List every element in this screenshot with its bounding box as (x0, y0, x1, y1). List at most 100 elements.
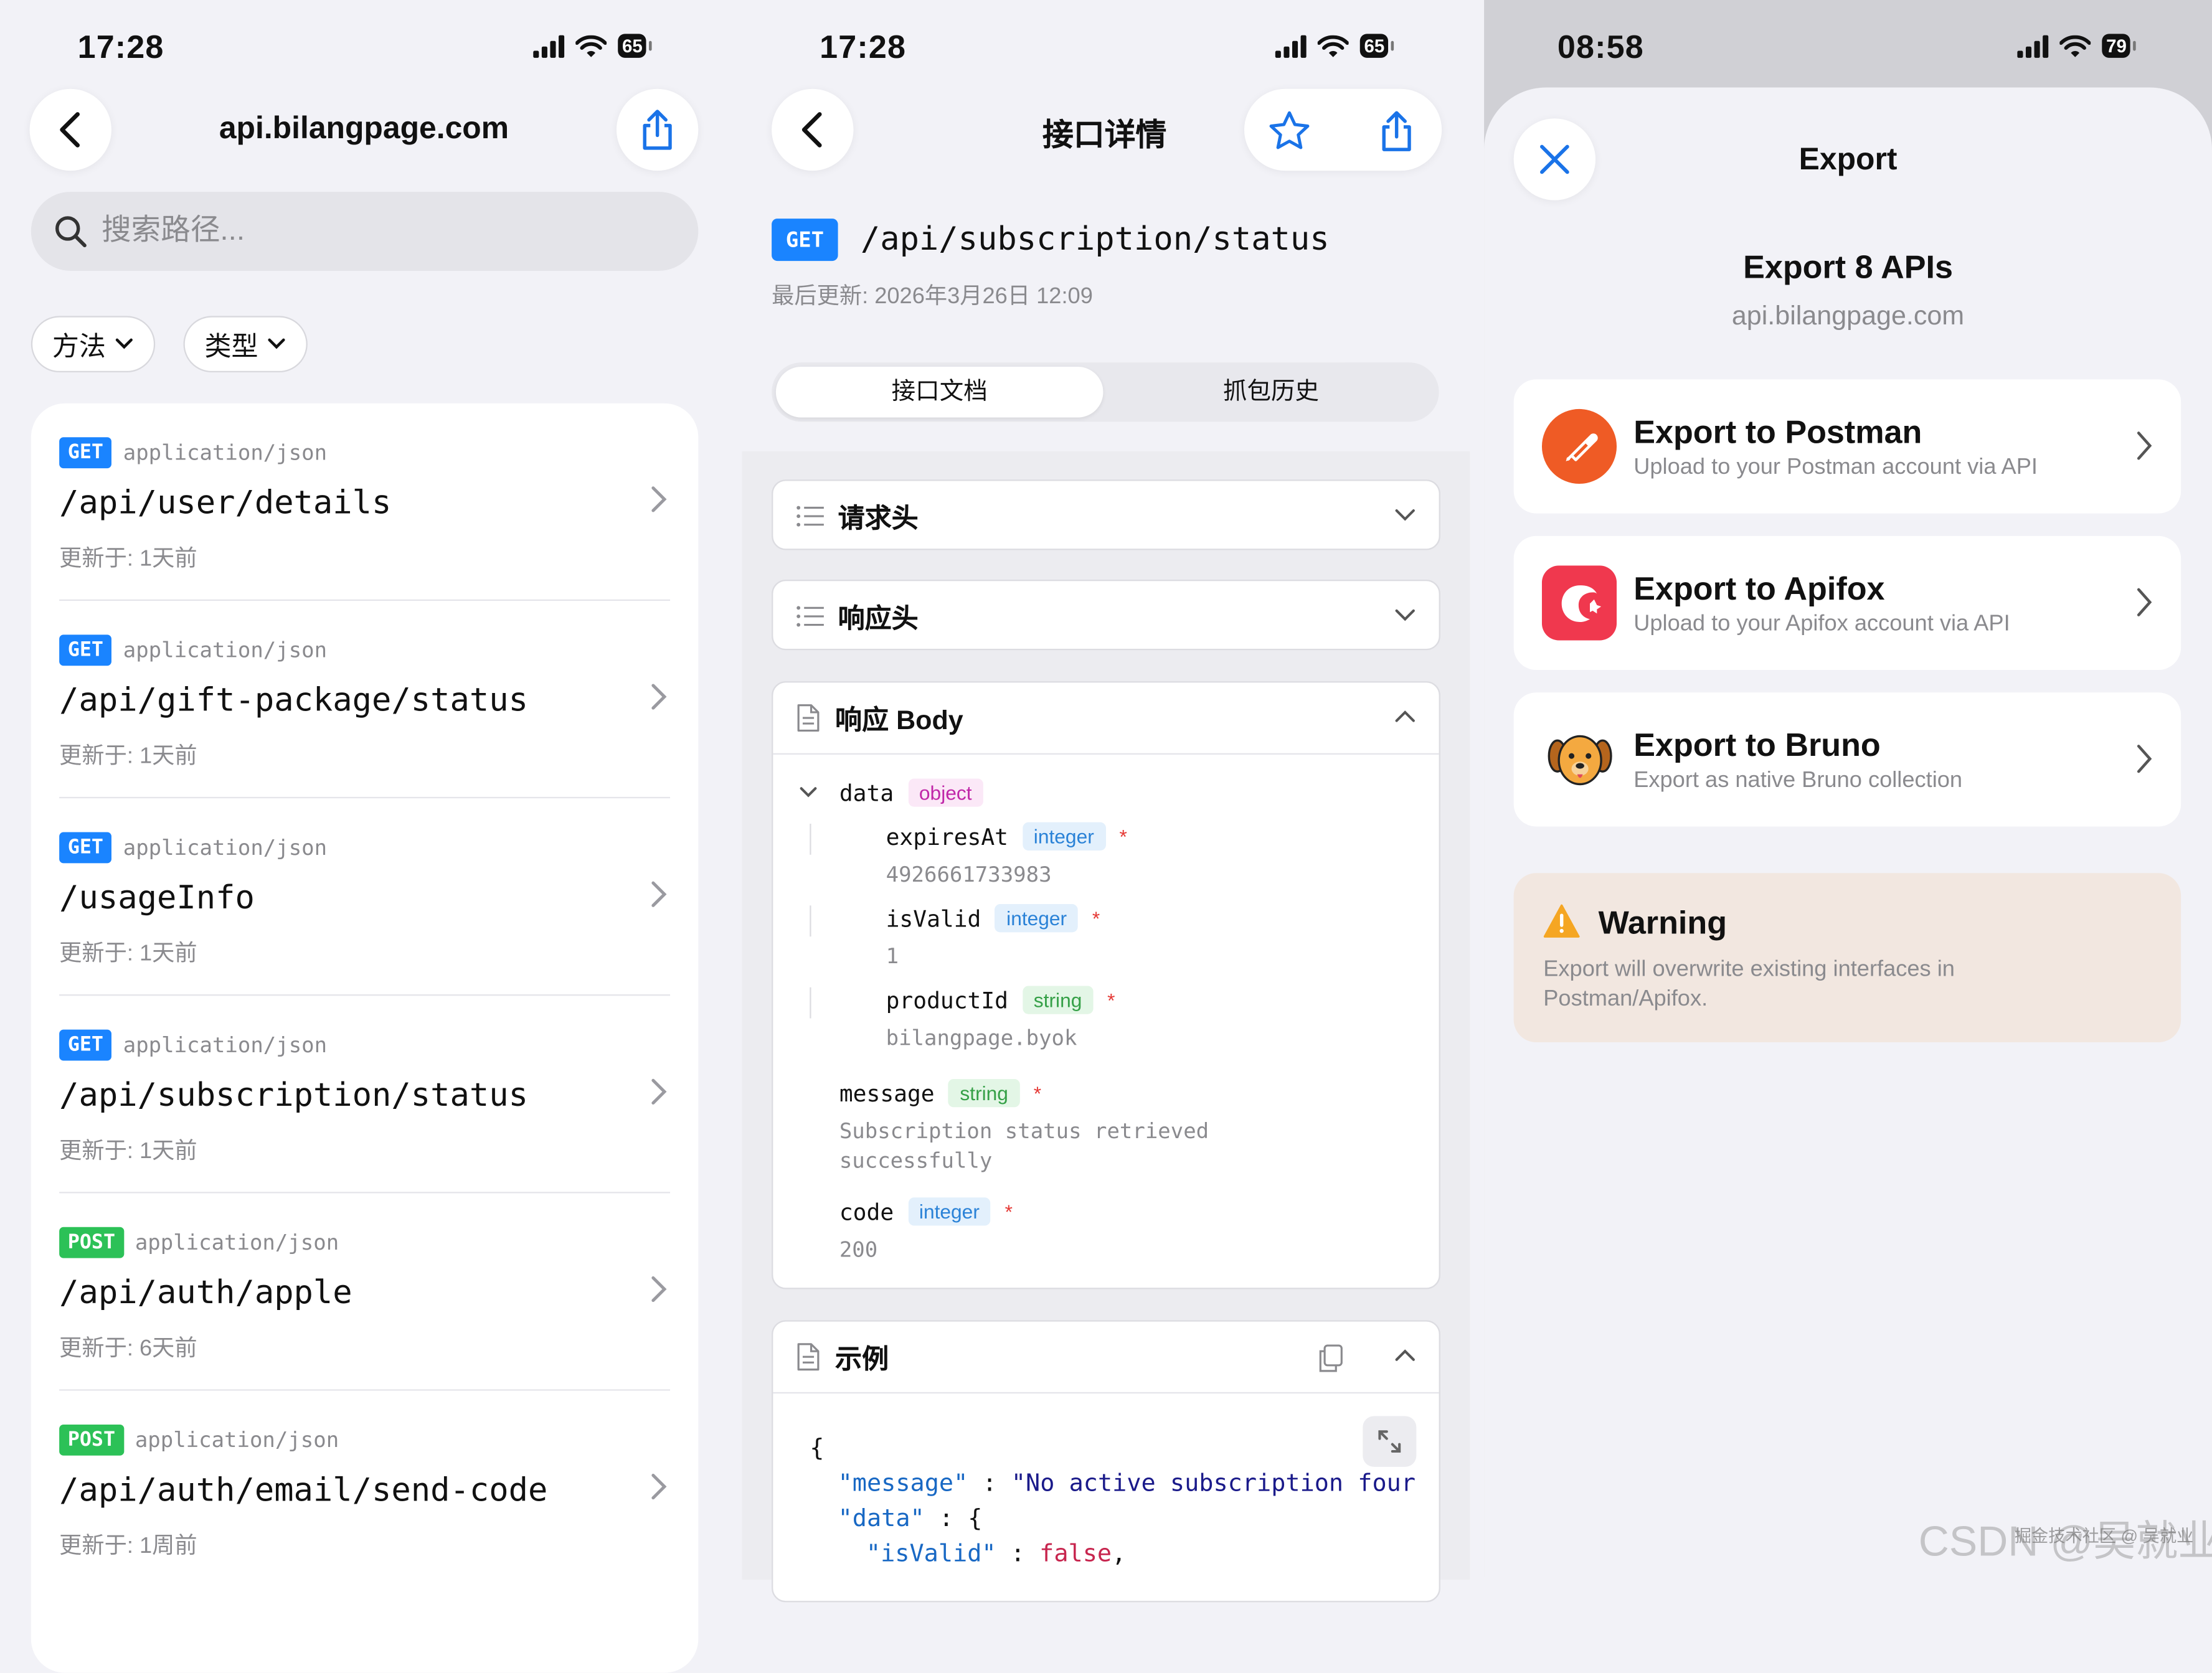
option-title: Export to Apifox (1633, 570, 1885, 607)
field-type: string (948, 1078, 1020, 1108)
share-button[interactable] (1371, 106, 1422, 157)
status-bar: 17:28 65 (728, 28, 1470, 70)
section-title: 响应 Body (835, 705, 963, 736)
favorite-button[interactable] (1264, 106, 1315, 157)
section-title: 请求头 (838, 504, 919, 534)
updated-time: 更新于: 1天前 (59, 547, 197, 572)
field-name: expiresAt (886, 822, 1009, 850)
method-badge: GET (59, 832, 112, 864)
warning-text: Export will overwrite existing interface… (1543, 958, 1955, 1012)
required-mark: * (1119, 825, 1127, 848)
status-bar: 08:58 79 (1484, 28, 2212, 70)
type-filter-dropdown[interactable]: 类型 (183, 316, 308, 373)
back-button[interactable] (772, 88, 854, 171)
section-title: 响应头 (838, 604, 919, 634)
close-icon (1540, 144, 1569, 174)
option-desc: Upload to your Postman account via API (1633, 455, 2038, 480)
warning-icon (1543, 904, 1580, 938)
chevron-right-icon (2137, 431, 2152, 460)
list-item[interactable]: GET application/json /api/gift-package/st… (31, 601, 698, 799)
tab-docs[interactable]: 接口文档 (775, 366, 1104, 418)
list-item[interactable]: POST application/json /api/auth/apple 更新于… (31, 1193, 698, 1391)
response-body-section: 响应 Body data object expiresAt integer * … (772, 681, 1440, 1289)
field-type: object (907, 778, 983, 807)
search-input[interactable] (102, 214, 638, 248)
list-item[interactable]: POST application/json /api/auth/email/sen… (31, 1391, 698, 1588)
code-punct: : (996, 1540, 1040, 1569)
code-value: false (1039, 1540, 1112, 1569)
battery-icon: 79 (2102, 34, 2138, 58)
content-type: application/json (123, 835, 328, 860)
list-item[interactable]: GET application/json /api/subscription/st… (31, 996, 698, 1194)
signal-icon (2017, 34, 2049, 57)
expand-button[interactable] (1363, 1416, 1417, 1467)
back-button[interactable] (29, 88, 111, 171)
share-button[interactable] (616, 88, 699, 171)
endpoint-path: /api/auth/email/send-code (59, 1472, 548, 1509)
list-icon (796, 506, 824, 527)
status-time: 17:28 (77, 28, 164, 65)
chevron-up-icon[interactable] (1394, 705, 1416, 728)
chevron-right-icon (651, 1276, 667, 1303)
field-value: 4926661733983 (886, 862, 1052, 887)
chevron-right-icon (651, 881, 667, 907)
code-line: "message" : "No active subscription four (838, 1469, 1416, 1497)
endpoint-meta: POST application/json (59, 1424, 339, 1456)
content-type: application/json (135, 1230, 339, 1256)
list-item[interactable]: GET application/json /api/user/details 更新… (31, 403, 698, 601)
option-title: Export to Bruno (1633, 726, 1881, 763)
action-group (1244, 88, 1442, 171)
export-heading: Export 8 APIs (1743, 248, 1953, 285)
content-type: application/json (123, 440, 328, 466)
export-apifox-option[interactable]: Export to Apifox Upload to your Apifox a… (1513, 535, 2181, 671)
code-key: "message" (838, 1469, 968, 1498)
page-title: 接口详情 (1042, 117, 1167, 153)
wifi-icon (2059, 34, 2091, 57)
method-filter-dropdown[interactable]: 方法 (31, 316, 156, 373)
signal-icon (533, 34, 565, 57)
warning-title: Warning (1598, 904, 1728, 941)
field-expiresAt: expiresAt integer * (886, 822, 1127, 851)
search-bar[interactable] (31, 192, 699, 271)
close-button[interactable] (1513, 118, 1596, 200)
endpoint-meta: POST application/json (59, 1227, 339, 1258)
chevron-right-icon (651, 684, 667, 710)
export-postman-option[interactable]: Export to Postman Upload to your Postman… (1513, 379, 2181, 514)
code-punct: , (1112, 1540, 1127, 1569)
document-icon (797, 704, 820, 732)
export-bruno-option[interactable]: Export to Bruno Export as native Bruno c… (1513, 692, 2181, 827)
collapse-caret-icon[interactable] (798, 786, 818, 800)
warning-box: Warning Export will overwrite existing i… (1513, 873, 2181, 1043)
tab-capture-history[interactable]: 抓包历史 (1107, 367, 1435, 418)
request-headers-section[interactable]: 请求头 (772, 479, 1440, 550)
field-name: productId (886, 986, 1009, 1014)
endpoint-path: /usageInfo (59, 880, 255, 917)
chevron-right-icon (2137, 745, 2152, 773)
chevron-up-icon[interactable] (1394, 1344, 1416, 1367)
chevron-right-icon (651, 1474, 667, 1500)
required-mark: * (1092, 907, 1100, 930)
code-punct: : (968, 1469, 1011, 1498)
copy-icon[interactable] (1318, 1344, 1343, 1372)
code-value: "No active subscription four (1011, 1469, 1416, 1498)
endpoint-path: /api/subscription/status (860, 221, 1330, 258)
field-isValid: isValid integer * (886, 904, 1100, 933)
method-badge: GET (59, 634, 112, 666)
option-title: Export to Postman (1633, 413, 1922, 450)
method-badge: GET (59, 1029, 112, 1061)
list-item[interactable]: GET application/json /usageInfo 更新于: 1天前 (31, 798, 698, 996)
page-title: api.bilangpage.com (219, 110, 509, 146)
required-mark: * (1107, 988, 1115, 1012)
field-name: data (839, 779, 894, 806)
endpoint-meta: GET application/json (59, 1029, 327, 1061)
response-headers-section[interactable]: 响应头 (772, 580, 1440, 651)
chevron-down-icon (268, 338, 285, 349)
section-header[interactable]: 示例 (796, 1322, 889, 1392)
segmented-control: 接口文档 抓包历史 (772, 362, 1439, 422)
section-header[interactable]: 响应 Body (796, 682, 963, 753)
field-type: integer (995, 904, 1079, 933)
endpoint-path: /api/gift-package/status (59, 682, 529, 720)
field-name: message (839, 1080, 935, 1107)
field-value: bilangpage.byok (886, 1025, 1077, 1051)
method-filter-label: 方法 (52, 332, 106, 362)
